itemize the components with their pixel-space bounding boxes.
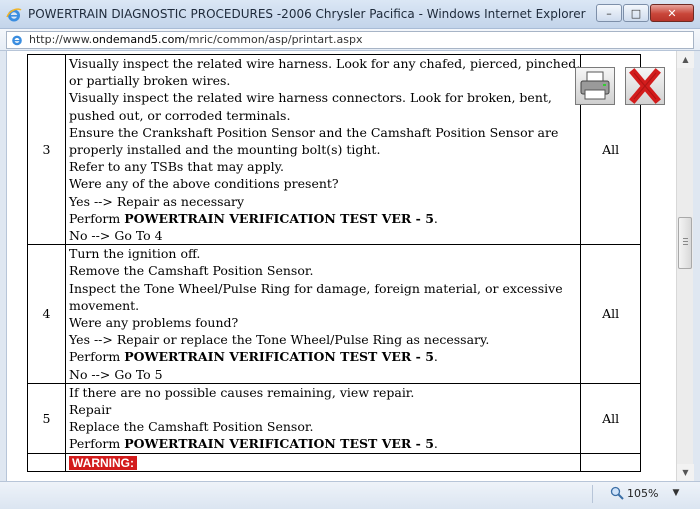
instruction-suffix: . xyxy=(433,436,438,452)
step-row: 3 Visually inspect the related wire harne… xyxy=(27,53,641,246)
zoom-level: 105% xyxy=(627,486,659,500)
page-icon xyxy=(12,35,22,46)
instruction-line: No --> Go To 4 xyxy=(69,228,163,244)
address-bar: http://www.ondemand5.com/mric/common/asp… xyxy=(0,29,700,51)
instruction-line: or partially broken wires. xyxy=(69,73,231,89)
instruction-prefix: Perform xyxy=(69,210,125,226)
instruction-line: Ensure the Crankshaft Position Sensor an… xyxy=(69,124,559,140)
instruction-line: Visually inspect the related wire harnes… xyxy=(69,90,552,106)
instruction-line: Refer to any TSBs that may apply. xyxy=(69,159,285,175)
status-bar: 105% ▼ xyxy=(0,481,700,509)
instruction-line: Visually inspect the related wire harnes… xyxy=(69,56,581,71)
step-number xyxy=(27,452,66,472)
instruction-line: Yes --> Repair as necessary xyxy=(69,193,245,209)
scroll-thumb[interactable] xyxy=(678,217,692,269)
instruction-line: Remove the Camshaft Position Sensor. xyxy=(69,263,314,279)
applicability: All xyxy=(580,244,641,384)
close-window-button[interactable]: ✕ xyxy=(650,4,694,22)
minimize-button[interactable]: – xyxy=(596,4,622,22)
step-row: 5 If there are no possible causes remaini… xyxy=(27,382,641,454)
instruction-line: No --> Go To 5 xyxy=(69,366,163,382)
close-document-button[interactable] xyxy=(625,67,665,105)
vertical-scrollbar[interactable]: ▲ ▼ xyxy=(676,51,694,481)
chevron-down-icon[interactable]: ▼ xyxy=(672,488,679,498)
applicability: All xyxy=(580,382,641,454)
verification-test-name: POWERTRAIN VERIFICATION TEST VER - 5 xyxy=(124,210,434,226)
zoom-control[interactable]: 105% ▼ xyxy=(610,486,679,500)
instruction-line: Replace the Camshaft Position Sensor. xyxy=(69,419,314,435)
instruction-line: If there are no possible causes remainin… xyxy=(69,384,415,400)
instruction-line: pushed out, or corroded terminals. xyxy=(69,107,291,123)
instruction-line: Yes --> Repair or replace the Tone Wheel… xyxy=(69,332,490,348)
instruction-line: Turn the ignition off. xyxy=(69,246,201,262)
instruction-line: Repair xyxy=(69,402,112,418)
instruction-line: Perform POWERTRAIN VERIFICATION TEST VER… xyxy=(69,210,580,227)
url-field[interactable]: http://www.ondemand5.com/mric/common/asp… xyxy=(6,31,694,49)
diagnostic-procedure-table: 3 Visually inspect the related wire harne… xyxy=(27,53,641,472)
magnifier-icon xyxy=(610,486,624,500)
verification-test-name: POWERTRAIN VERIFICATION TEST VER - 5 xyxy=(124,349,434,365)
instruction-line: Inspect the Tone Wheel/Pulse Ring for da… xyxy=(69,280,563,296)
instruction-line: Were any of the above conditions present… xyxy=(69,176,339,192)
step-number: 4 xyxy=(27,244,66,384)
page-content: 3 Visually inspect the related wire harne… xyxy=(6,51,676,481)
warning-row: WARNING: xyxy=(27,452,641,472)
step-instructions: Visually inspect the related wire harnes… xyxy=(64,53,582,246)
instruction-line: movement. xyxy=(69,297,140,313)
warning-label: WARNING: xyxy=(69,455,137,470)
instruction-prefix: Perform xyxy=(69,349,125,365)
step-number: 5 xyxy=(27,382,66,454)
warning-cell: WARNING: xyxy=(64,452,582,472)
verification-test-name: POWERTRAIN VERIFICATION TEST VER - 5 xyxy=(124,436,434,452)
instruction-suffix: . xyxy=(433,349,438,365)
instruction-prefix: Perform xyxy=(69,436,125,452)
instruction-line: Perform POWERTRAIN VERIFICATION TEST VER… xyxy=(69,435,580,452)
step-instructions: If there are no possible causes remainin… xyxy=(64,382,582,454)
applicability xyxy=(580,452,641,472)
instruction-line: Perform POWERTRAIN VERIFICATION TEST VER… xyxy=(69,348,580,365)
print-button[interactable] xyxy=(575,67,615,105)
scroll-up-icon[interactable]: ▲ xyxy=(677,51,694,68)
step-number: 3 xyxy=(27,53,66,246)
window-controls: – □ ✕ xyxy=(595,4,694,24)
step-row: 4 Turn the ignition off. Remove the Camsha… xyxy=(27,244,641,384)
status-divider xyxy=(592,485,593,503)
window-title: POWERTRAIN DIAGNOSTIC PROCEDURES -2006 C… xyxy=(28,7,586,21)
red-x-icon xyxy=(629,68,661,104)
instruction-suffix: . xyxy=(433,210,438,226)
scroll-down-icon[interactable]: ▼ xyxy=(677,464,694,481)
printer-icon xyxy=(580,71,610,100)
ie-logo-icon xyxy=(6,8,22,22)
step-instructions: Turn the ignition off. Remove the Camshaf… xyxy=(64,244,582,384)
instruction-line: Were any problems found? xyxy=(69,315,239,331)
url-text: http://www.ondemand5.com/mric/common/asp… xyxy=(29,33,363,46)
window-titlebar: POWERTRAIN DIAGNOSTIC PROCEDURES -2006 C… xyxy=(0,0,700,29)
instruction-line: properly installed and the mounting bolt… xyxy=(69,142,381,158)
maximize-button[interactable]: □ xyxy=(623,4,649,22)
